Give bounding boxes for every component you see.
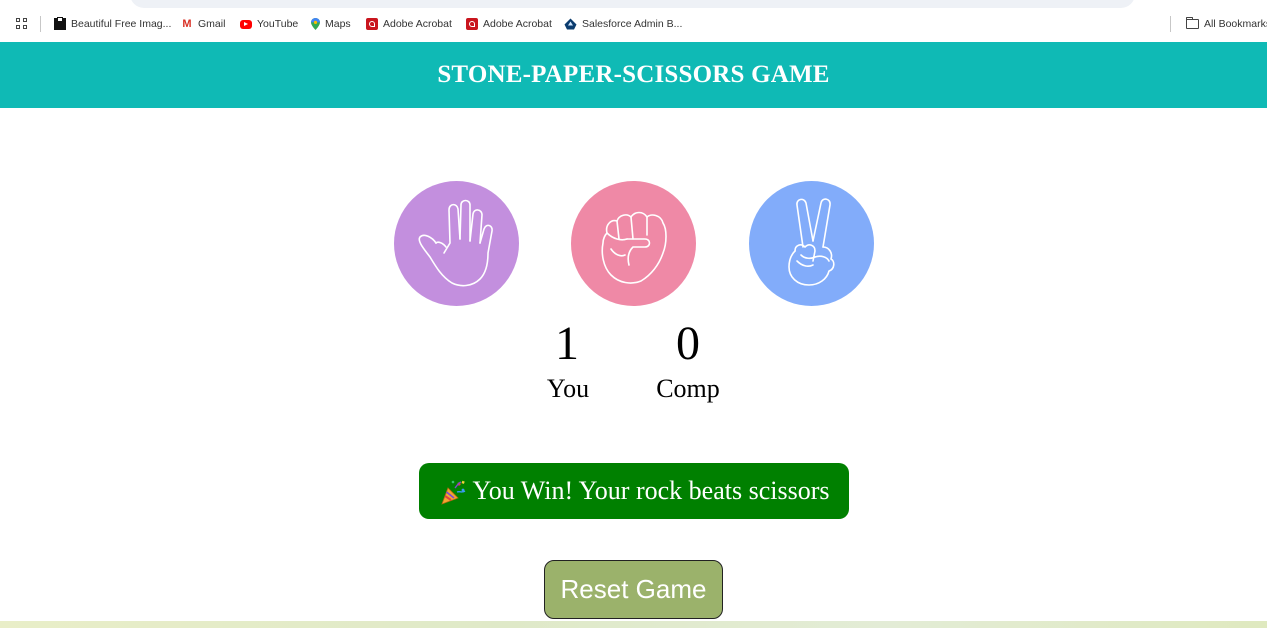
comp-score: 0 [676,317,700,370]
gmail-icon: M [182,18,192,30]
bookmark-beautiful-free-images[interactable]: Beautiful Free Imag... [54,16,171,32]
open-hand-icon [418,199,493,287]
all-bookmarks-label: All Bookmarks [1204,18,1267,30]
user-score-label: You [546,374,590,403]
bookmark-adobe-acrobat-2[interactable]: Adobe Acrobat [466,16,552,32]
bookmark-label: Salesforce Admin B... [582,18,683,30]
bookmark-label: Maps [325,18,351,30]
comp-score-label: Comp [656,374,720,403]
game-header: STONE-PAPER-SCISSORS GAME [0,42,1267,108]
image-site-icon [54,17,66,30]
bookmark-label: Gmail [198,18,226,30]
bookmark-salesforce-admin[interactable]: Salesforce Admin B... [564,16,682,32]
choice-paper[interactable] [394,181,519,306]
address-bar-edge[interactable] [130,0,1135,8]
folder-icon [1186,17,1199,29]
youtube-icon [240,19,252,29]
page-title: STONE-PAPER-SCISSORS GAME [437,61,830,88]
choice-scissors[interactable] [749,181,874,306]
bookmark-maps[interactable]: Maps [311,16,351,32]
taskbar-edge [0,621,1267,628]
user-score: 1 [555,317,579,370]
reset-game-button[interactable]: Reset Game [544,560,723,619]
maps-pin-icon [311,18,320,30]
bookmark-label: YouTube [257,18,299,30]
bookmark-adobe-acrobat-1[interactable]: Adobe Acrobat [366,16,452,32]
adobe-acrobat-icon [466,18,478,30]
bookmark-label: Beautiful Free Imag... [71,18,172,30]
adobe-acrobat-icon [366,18,378,30]
bookmark-gmail[interactable]: M Gmail [181,16,225,32]
bookmark-label: Adobe Acrobat [383,18,452,30]
party-popper-icon [439,478,467,506]
bookmarks-separator [40,16,41,32]
apps-grid-icon[interactable] [16,18,28,30]
choice-rock[interactable] [571,181,696,306]
peace-hand-icon [788,198,835,286]
bookmarks-bar: Beautiful Free Imag... M Gmail YouTube M… [0,0,1267,42]
bookmark-label: Adobe Acrobat [483,18,552,30]
fist-icon [601,211,667,284]
salesforce-trailhead-icon [564,18,577,30]
bookmark-youtube[interactable]: YouTube [240,16,298,32]
all-bookmarks-button[interactable]: All Bookmarks [1186,16,1267,32]
result-message-text: You Win! Your rock beats scissors [472,476,830,505]
bookmarks-separator [1170,16,1171,32]
result-message: You Win! Your rock beats scissors [419,463,849,519]
